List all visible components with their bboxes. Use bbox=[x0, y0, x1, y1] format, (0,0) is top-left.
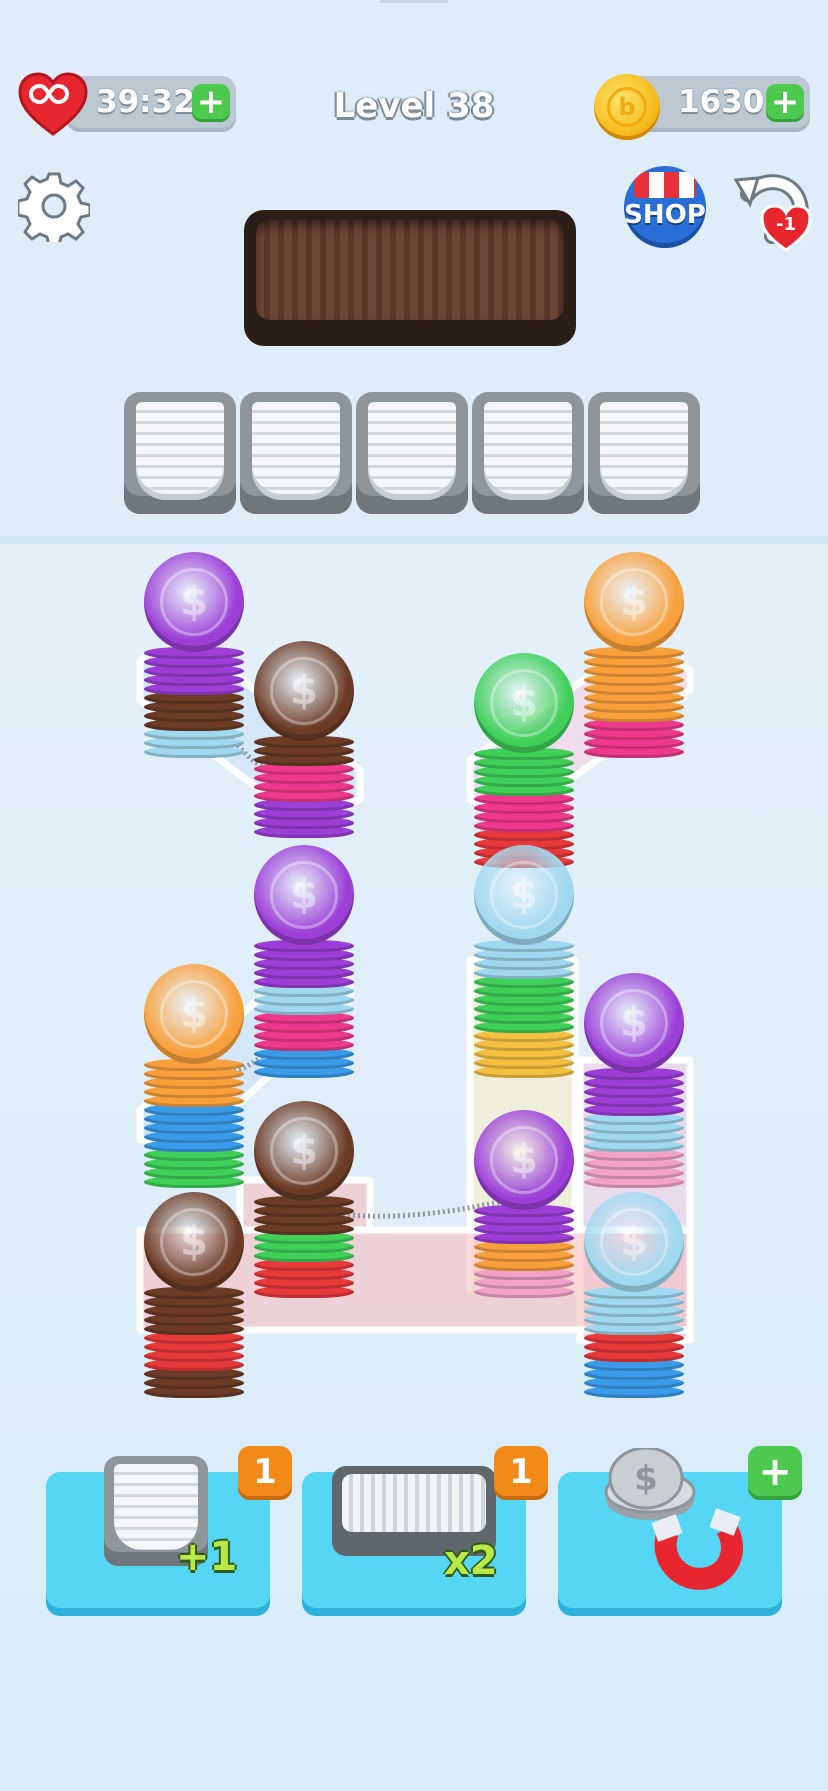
coin-stack[interactable]: $ bbox=[144, 964, 244, 1190]
coin-stack[interactable]: $ bbox=[584, 552, 684, 760]
coin-stack[interactable]: $ bbox=[254, 845, 354, 1080]
dollar-sign-icon: $ bbox=[490, 861, 558, 929]
coin-top: $ bbox=[144, 1192, 244, 1292]
coin-stack[interactable]: $ bbox=[474, 653, 574, 870]
dollar-sign-icon: $ bbox=[160, 980, 228, 1048]
dollar-sign-icon: $ bbox=[270, 1117, 338, 1185]
add-slot-label: +1 bbox=[176, 1534, 238, 1580]
dollar-sign-icon: $ bbox=[160, 1208, 228, 1276]
dollar-sign-icon: $ bbox=[270, 861, 338, 929]
magnet-icon: $ bbox=[604, 1448, 743, 1590]
coin-top: $ bbox=[584, 1192, 684, 1292]
coin-stack[interactable]: $ bbox=[584, 973, 684, 1190]
board-links bbox=[136, 636, 694, 1344]
coin-top: $ bbox=[144, 964, 244, 1064]
coin-top: $ bbox=[474, 1110, 574, 1210]
coin-top: $ bbox=[254, 845, 354, 945]
coin-stack[interactable]: $ bbox=[474, 1110, 574, 1300]
coin-top: $ bbox=[144, 552, 244, 652]
coin-stack[interactable]: $ bbox=[254, 1101, 354, 1300]
magnet-add-badge[interactable]: + bbox=[748, 1446, 802, 1500]
svg-text:$: $ bbox=[634, 1459, 658, 1499]
dollar-sign-icon: $ bbox=[160, 568, 228, 636]
coin-stack[interactable]: $ bbox=[144, 1192, 244, 1400]
dollar-sign-icon: $ bbox=[490, 669, 558, 737]
double-tray-count-badge: 1 bbox=[494, 1446, 548, 1500]
coin-top: $ bbox=[584, 973, 684, 1073]
add-slot-count-badge: 1 bbox=[238, 1446, 292, 1500]
coin-stack[interactable]: $ bbox=[144, 552, 244, 760]
double-tray-label: x2 bbox=[444, 1538, 498, 1584]
coin-top: $ bbox=[254, 1101, 354, 1201]
dollar-sign-icon: $ bbox=[270, 657, 338, 725]
dollar-sign-icon: $ bbox=[600, 989, 668, 1057]
coin-stack[interactable]: $ bbox=[254, 641, 354, 840]
add-slot-booster[interactable]: +1 bbox=[46, 1456, 270, 1616]
dollar-sign-icon: $ bbox=[600, 568, 668, 636]
coin-top: $ bbox=[474, 653, 574, 753]
coin-top: $ bbox=[584, 552, 684, 652]
dollar-sign-icon: $ bbox=[600, 1208, 668, 1276]
coin-top: $ bbox=[254, 641, 354, 741]
dollar-sign-icon: $ bbox=[490, 1126, 558, 1194]
coin-top: $ bbox=[474, 845, 574, 945]
coin-stack[interactable]: $ bbox=[584, 1192, 684, 1400]
coin-stack[interactable]: $ bbox=[474, 845, 574, 1080]
double-tray-booster[interactable]: x2 bbox=[302, 1466, 526, 1616]
